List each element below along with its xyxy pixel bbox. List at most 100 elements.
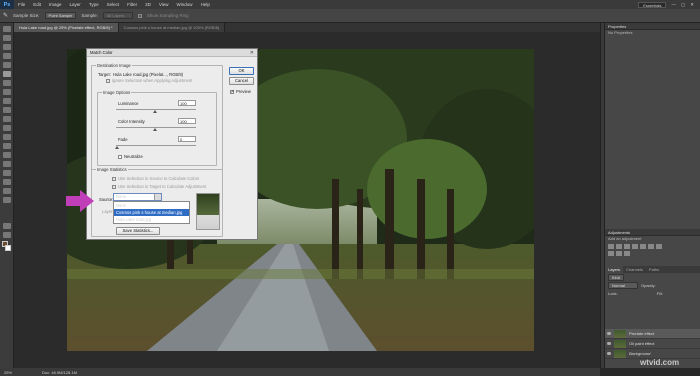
neutralize-label: Neutralize <box>124 154 143 159</box>
menu-edit[interactable]: Edit <box>29 2 45 7</box>
image-statistics-label: Image Statistics <box>96 167 128 172</box>
eyedropper-icon[interactable] <box>2 71 11 77</box>
source-option-none[interactable]: None <box>114 202 189 209</box>
vibrance-icon[interactable] <box>640 244 646 249</box>
layer-name: Background <box>629 351 651 356</box>
properties-panel-title[interactable]: Properties <box>605 23 700 30</box>
zoom-tool-icon[interactable] <box>2 197 11 203</box>
menu-file[interactable]: File <box>14 2 29 7</box>
healing-tool-icon[interactable] <box>2 80 11 86</box>
tab-layers[interactable]: Layers <box>605 266 624 273</box>
background-color-swatch[interactable] <box>5 245 11 251</box>
intensity-field[interactable]: 100 <box>178 118 196 124</box>
fade-field[interactable]: 0 <box>178 136 196 142</box>
dialog-close-icon[interactable]: ✕ <box>250 50 254 56</box>
luminance-field[interactable]: 100 <box>178 100 196 106</box>
menu-image[interactable]: Image <box>45 2 66 7</box>
sample-size-select[interactable]: Point Sample <box>44 12 77 19</box>
color-balance-icon[interactable] <box>656 244 662 249</box>
neutralize-checkbox[interactable] <box>118 155 122 159</box>
gradient-tool-icon[interactable] <box>2 125 11 131</box>
zoom-level[interactable]: 25% <box>4 370 12 375</box>
options-bar: ✎ Sample Size: Point Sample Sample: All … <box>0 9 700 23</box>
show-ring-checkbox[interactable] <box>137 13 142 18</box>
use-sel-target-checkbox[interactable] <box>112 185 116 189</box>
blend-mode-select[interactable]: Normal <box>608 281 638 289</box>
menu-3d[interactable]: 3D <box>141 2 155 7</box>
use-sel-target-label: Use Selection in Target to Calculate Adj… <box>118 184 207 189</box>
visibility-eye-icon[interactable] <box>607 332 611 335</box>
menu-window[interactable]: Window <box>173 2 197 7</box>
sample-select[interactable]: All Layers <box>102 12 133 19</box>
watermark: wtvid.com <box>640 358 680 367</box>
stamp-tool-icon[interactable] <box>2 98 11 104</box>
eraser-tool-icon[interactable] <box>2 116 11 122</box>
levels-icon[interactable] <box>616 244 622 249</box>
brightness-icon[interactable] <box>608 244 614 249</box>
layer-thumbnail <box>614 339 626 348</box>
marquee-tool-icon[interactable] <box>2 35 11 41</box>
brush-tool-icon[interactable] <box>2 89 11 95</box>
tab-paths[interactable]: Paths <box>646 266 662 273</box>
dodge-tool-icon[interactable] <box>2 143 11 149</box>
menu-layer[interactable]: Layer <box>66 2 85 7</box>
luminance-slider-thumb[interactable] <box>153 110 157 113</box>
menu-type[interactable]: Type <box>85 2 103 7</box>
eyedropper-tool-icon[interactable]: ✎ <box>3 12 8 19</box>
photo-filter-icon[interactable] <box>616 251 622 256</box>
intensity-slider-thumb[interactable] <box>153 128 157 131</box>
source-option-cosmos[interactable]: Cosmos pink s house at median.jpg <box>114 209 189 216</box>
hand-tool-icon[interactable] <box>2 188 11 194</box>
blur-tool-icon[interactable] <box>2 134 11 140</box>
invert-icon[interactable] <box>624 251 630 256</box>
close-icon[interactable]: ✕ <box>690 2 694 8</box>
target-value: Hula Lake road.jpg (Pixelat..., RGB/8) <box>113 72 184 77</box>
crop-tool-icon[interactable] <box>2 62 11 68</box>
source-option-hula[interactable]: Hula Lake road.jpg <box>114 216 189 223</box>
history-brush-icon[interactable] <box>2 107 11 113</box>
luminance-label: Luminance <box>118 101 139 106</box>
menu-filter[interactable]: Filter <box>123 2 141 7</box>
menu-help[interactable]: Help <box>197 2 214 7</box>
preview-checkbox[interactable] <box>230 89 235 95</box>
black-white-icon[interactable] <box>608 251 614 256</box>
use-sel-source-checkbox[interactable] <box>112 177 116 181</box>
ignore-selection-checkbox[interactable] <box>106 79 110 83</box>
adjustments-panel-title[interactable]: Adjustments <box>605 229 700 236</box>
menu-view[interactable]: View <box>155 2 173 7</box>
shape-tool-icon[interactable] <box>2 179 11 185</box>
menu-select[interactable]: Select <box>103 2 124 7</box>
chevron-down-icon[interactable]: ▼ <box>154 194 161 200</box>
hue-saturation-icon[interactable] <box>648 244 654 249</box>
ok-button[interactable]: OK <box>229 67 254 75</box>
use-sel-source-label: Use Selection in Source to Calculate Col… <box>118 176 200 181</box>
layer-row-pixelate[interactable]: Pixelate effect <box>605 329 700 339</box>
tab-channels[interactable]: Channels <box>623 266 646 273</box>
fade-slider[interactable] <box>116 145 196 146</box>
layer-kind-filter[interactable]: Kind <box>608 273 625 281</box>
lasso-tool-icon[interactable] <box>2 44 11 50</box>
curves-icon[interactable] <box>624 244 630 249</box>
exposure-icon[interactable] <box>632 244 638 249</box>
maximize-icon[interactable]: ▢ <box>681 2 685 8</box>
workspace-select[interactable]: Essentials <box>638 1 667 8</box>
path-select-icon[interactable] <box>2 170 11 176</box>
source-select[interactable]: None ▼ <box>113 193 162 201</box>
fade-label: Fade <box>118 137 128 142</box>
pen-tool-icon[interactable] <box>2 152 11 158</box>
status-bar: 25% Doc: 46.9M/128.1M <box>0 368 600 376</box>
minimize-icon[interactable]: — <box>671 2 676 7</box>
tab-hula-lake[interactable]: Hula Lake road.jpg @ 25% (Pixelate effec… <box>14 23 119 32</box>
save-statistics-button[interactable]: Save Statistics... <box>116 227 160 235</box>
type-tool-icon[interactable] <box>2 161 11 167</box>
layer-row-oil-paint[interactable]: Oil paint effect <box>605 339 700 349</box>
tab-cosmos-pink[interactable]: Cosmos pink s house at median.jpg @ 100%… <box>118 23 226 32</box>
visibility-eye-icon[interactable] <box>607 352 611 355</box>
move-tool-icon[interactable] <box>2 26 11 32</box>
screen-mode-icon[interactable] <box>2 232 11 238</box>
quick-select-tool-icon[interactable] <box>2 53 11 59</box>
fade-slider-thumb[interactable] <box>115 146 119 149</box>
quick-mask-icon[interactable] <box>2 223 11 229</box>
visibility-eye-icon[interactable] <box>607 342 611 345</box>
cancel-button[interactable]: Cancel <box>229 77 254 85</box>
